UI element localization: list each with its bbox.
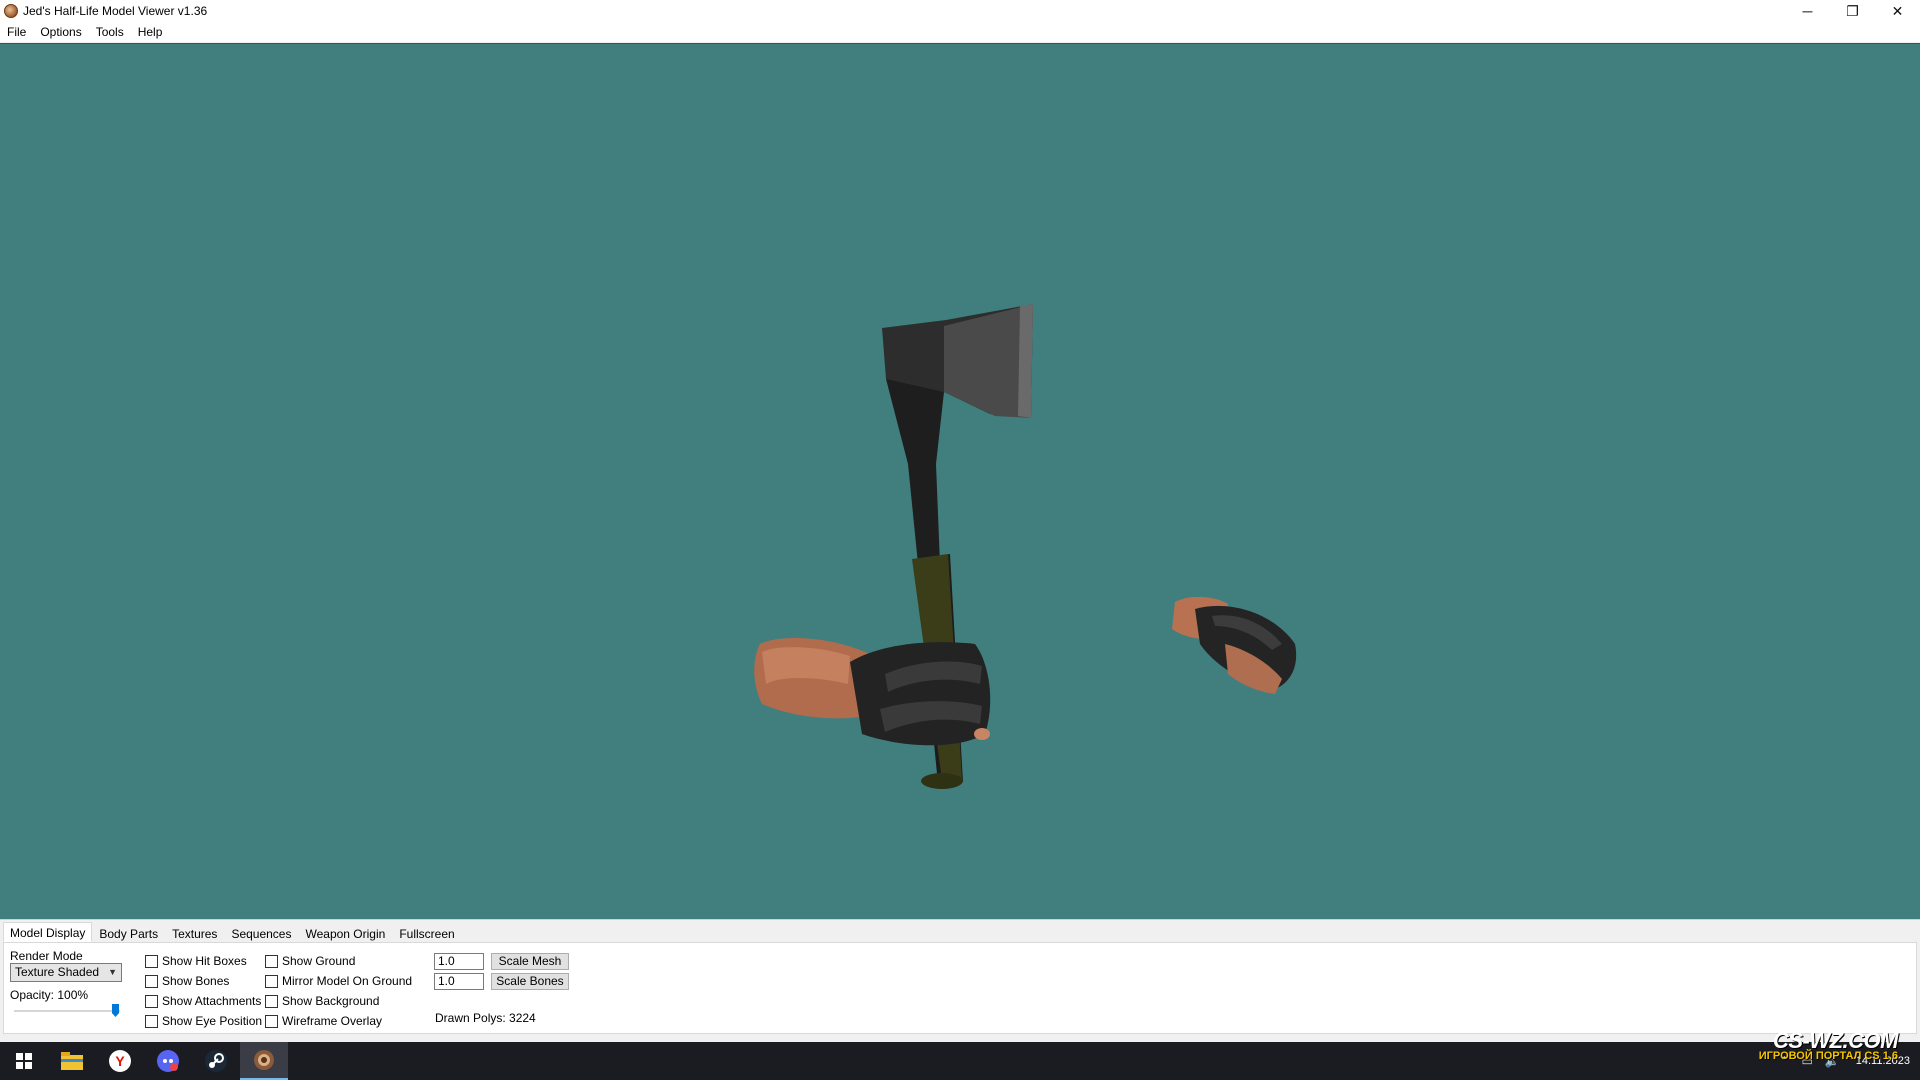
checkbox-box (265, 974, 278, 988)
svg-text:Y: Y (115, 1053, 125, 1069)
render-mode-select[interactable]: Texture Shaded ▼ (10, 963, 122, 982)
control-panel: Model Display Body Parts Textures Sequen… (0, 919, 1920, 1037)
show-hit-boxes-checkbox[interactable]: Show Hit Boxes (145, 954, 247, 968)
checkbox-box (145, 1014, 158, 1028)
start-icon[interactable] (0, 1042, 48, 1080)
show-background-label: Show Background (282, 994, 380, 1008)
restore-button[interactable]: ❐ (1830, 0, 1875, 22)
show-background-checkbox[interactable]: Show Background (265, 994, 379, 1008)
show-attachments-label: Show Attachments (162, 994, 262, 1008)
show-hit-boxes-label: Show Hit Boxes (162, 954, 247, 968)
right-hand (1172, 596, 1297, 694)
scale-mesh-button[interactable]: Scale Mesh (491, 953, 569, 970)
model-render (754, 304, 1297, 789)
show-eye-position-label: Show Eye Position (162, 1014, 263, 1028)
menu-tools[interactable]: Tools (89, 25, 131, 39)
wireframe-overlay-label: Wireframe Overlay (282, 1014, 383, 1028)
minimize-button[interactable]: ─ (1785, 0, 1830, 22)
scale-bones-input[interactable]: 1.0 (434, 973, 484, 990)
opacity-slider-track[interactable] (14, 1010, 120, 1012)
render-mode-label: Render Mode (10, 949, 83, 963)
menu-help[interactable]: Help (131, 25, 170, 39)
watermark: CS-WZ.COM ИГРОВОЙ ПОРТАЛ CS 1.6 (1748, 1028, 1899, 1062)
menu-file[interactable]: File (0, 25, 33, 39)
drawn-polys-text: Drawn Polys: 3224 (435, 1011, 536, 1025)
mirror-model-label: Mirror Model On Ground (282, 974, 413, 988)
chevron-down-icon: ▼ (108, 967, 117, 977)
mirror-model-checkbox[interactable]: Mirror Model On Ground (265, 974, 412, 988)
left-hand (754, 638, 991, 746)
model-display-pane: Render Mode Texture Shaded ▼ Opacity: 10… (3, 942, 1917, 1034)
title-bar: Jed's Half-Life Model Viewer v1.36 ─ ❐ ✕ (0, 0, 1920, 22)
checkbox-box (265, 954, 278, 968)
show-bones-label: Show Bones (162, 974, 230, 988)
window-controls: ─ ❐ ✕ (1785, 0, 1920, 22)
model-viewer-icon[interactable] (240, 1042, 288, 1080)
checkbox-box (145, 954, 158, 968)
opacity-slider-thumb[interactable] (112, 1004, 119, 1017)
render-mode-value: Texture Shaded (15, 965, 100, 979)
watermark-sub: ИГРОВОЙ ПОРТАЛ CS 1.6 (1758, 1050, 1898, 1062)
tab-textures[interactable]: Textures (165, 924, 224, 942)
tab-model-display[interactable]: Model Display (3, 922, 93, 942)
show-bones-checkbox[interactable]: Show Bones (145, 974, 229, 988)
checkbox-box (145, 994, 158, 1008)
tab-sequences[interactable]: Sequences (224, 924, 298, 942)
steam-icon[interactable] (192, 1042, 240, 1080)
tab-fullscreen[interactable]: Fullscreen (392, 924, 461, 942)
menu-bar: File Options Tools Help (0, 22, 1920, 42)
checkbox-box (145, 974, 158, 988)
checkbox-box (265, 994, 278, 1008)
close-button[interactable]: ✕ (1875, 0, 1920, 22)
model-viewport[interactable] (0, 43, 1920, 919)
tab-weapon-origin[interactable]: Weapon Origin (298, 924, 392, 942)
scale-mesh-input[interactable]: 1.0 (434, 953, 484, 970)
show-attachments-checkbox[interactable]: Show Attachments (145, 994, 261, 1008)
tab-body-parts[interactable]: Body Parts (92, 924, 165, 942)
opacity-label: Opacity: 100% (10, 988, 89, 1002)
app-icon (4, 4, 18, 18)
wireframe-overlay-checkbox[interactable]: Wireframe Overlay (265, 1014, 382, 1028)
show-ground-label: Show Ground (282, 954, 356, 968)
tab-bar: Model Display Body Parts Textures Sequen… (3, 922, 462, 942)
show-ground-checkbox[interactable]: Show Ground (265, 954, 355, 968)
menu-options[interactable]: Options (33, 25, 88, 39)
checkbox-box (265, 1014, 278, 1028)
show-eye-position-checkbox[interactable]: Show Eye Position (145, 1014, 262, 1028)
taskbar: Y ⌃ ▭ 🔈 14.11.2023 (0, 1042, 1920, 1080)
window-title: Jed's Half-Life Model Viewer v1.36 (23, 4, 208, 18)
yandex-browser-icon[interactable]: Y (96, 1042, 144, 1080)
file-explorer-icon[interactable] (48, 1042, 96, 1080)
scale-bones-button[interactable]: Scale Bones (491, 973, 569, 990)
discord-icon[interactable] (144, 1042, 192, 1080)
